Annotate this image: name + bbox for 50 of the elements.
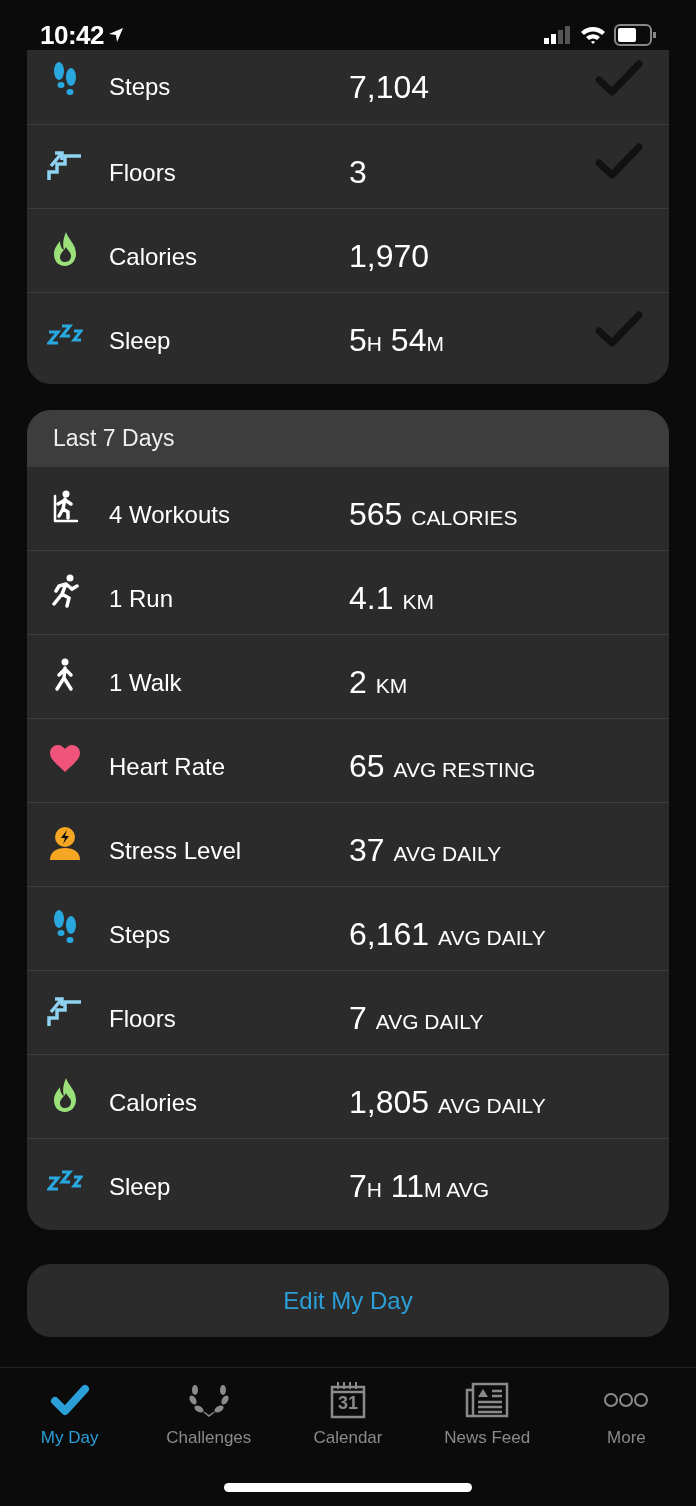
stress-person-icon <box>48 825 82 860</box>
metric-label: Floors <box>109 1004 177 1033</box>
metric-value: 7H 11M AVG <box>349 1168 490 1205</box>
tab-bar-item[interactable]: My Day <box>0 1368 140 1449</box>
metric-value: 37 AVG DAILY <box>349 832 502 869</box>
metric-label: Floors <box>109 158 177 187</box>
metric-label: 4 Workouts <box>109 500 231 529</box>
metric-value: 5H 54M <box>349 322 444 359</box>
metric-value: 3 <box>349 154 367 191</box>
metric-label: Steps <box>109 920 172 949</box>
metric-label: 1 Run <box>109 584 175 613</box>
metric-label: Steps <box>109 73 172 101</box>
tab-bar-item[interactable]: 31 Calendar <box>278 1368 418 1449</box>
metric-label: Stress Level <box>109 836 243 865</box>
flame-icon <box>52 1076 78 1113</box>
tab-bar-item[interactable]: More <box>556 1368 696 1449</box>
metric-value: 65 AVG RESTING <box>349 748 536 785</box>
metric-label: Sleep <box>109 1172 172 1201</box>
treadmill-figure-icon <box>51 489 79 524</box>
metric-value: 7 AVG DAILY <box>349 1000 484 1037</box>
checkmark-icon <box>49 1384 90 1416</box>
metric-value: 1,805 AVG DAILY <box>349 1084 546 1121</box>
metric-value: 7,104 <box>349 68 430 106</box>
metric-value: 4.1 KM <box>349 580 434 617</box>
laurel-wreath-icon <box>186 1382 231 1418</box>
section-header: Last 7 Days <box>27 410 669 466</box>
battery-icon <box>614 24 656 46</box>
edit-my-day-button[interactable]: Edit My Day <box>27 1264 669 1337</box>
clock-time: 10:42 <box>40 20 104 50</box>
heart-icon <box>49 744 81 773</box>
signal-icon <box>544 26 572 44</box>
metric-value: 1,970 <box>349 238 430 275</box>
metric-value: 2 KM <box>349 664 408 701</box>
footprints-icon <box>51 908 79 945</box>
flame-icon <box>52 230 78 267</box>
metric-label: Calories <box>109 242 199 271</box>
more-icon <box>604 1392 649 1408</box>
tab-bar-item[interactable]: Challenges <box>139 1368 279 1449</box>
runner-icon <box>50 573 80 608</box>
metric-label: 1 Walk <box>109 668 183 697</box>
metric-value: 6,161 AVG DAILY <box>349 916 546 953</box>
tab-bar-item[interactable]: News Feed <box>417 1368 557 1449</box>
metric-value: 565 CALORIES <box>349 496 518 533</box>
footprints-icon <box>51 61 79 97</box>
location-arrow-icon <box>108 27 124 43</box>
metric-label: Calories <box>109 1088 199 1117</box>
metric-label: Heart Rate <box>109 752 227 781</box>
wifi-icon <box>580 25 606 45</box>
metric-label: Sleep <box>109 326 172 355</box>
newspaper-icon <box>465 1382 510 1418</box>
